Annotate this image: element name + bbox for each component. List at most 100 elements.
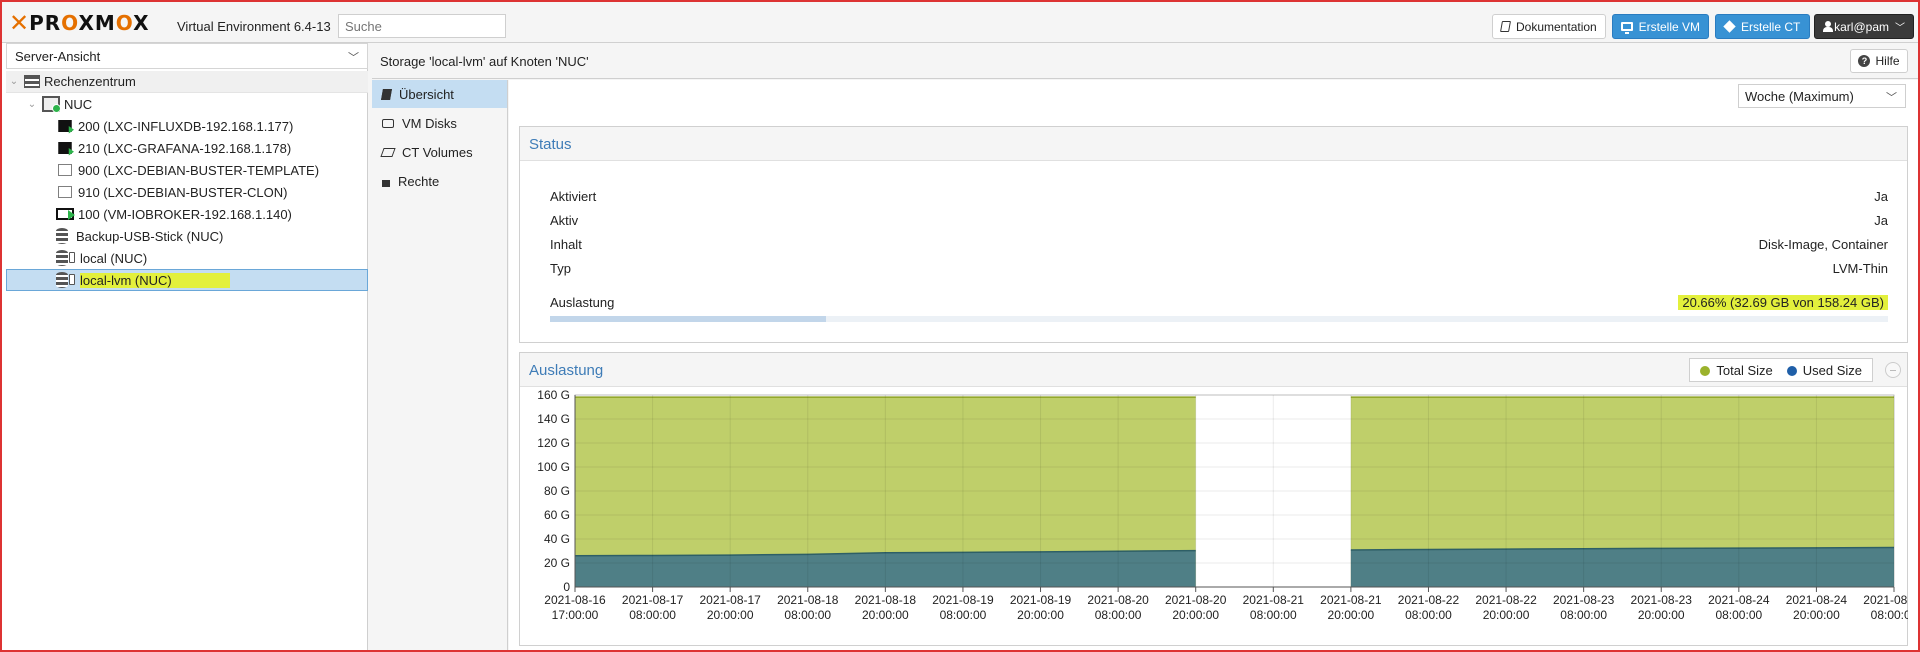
y-tick-label: 0 — [563, 580, 570, 594]
user-label: karl@pam — [1834, 19, 1889, 34]
x-tick-time: 08:00:00 — [784, 608, 831, 622]
timeframe-select[interactable]: Woche (Maximum) ﹀ — [1738, 84, 1906, 108]
tree-item-ct-200[interactable]: 200 (LXC-INFLUXDB-192.168.1.177) — [6, 115, 368, 137]
chevron-down-icon: ﹀ — [348, 52, 359, 64]
tree-item-label: local (NUC) — [80, 250, 148, 266]
user-menu-button[interactable]: karl@pam ﹀ — [1814, 14, 1914, 39]
x-tick-time: 20:00:00 — [1793, 608, 1840, 622]
collapse-icon[interactable] — [1885, 362, 1901, 378]
tab-label: CT Volumes — [402, 144, 473, 160]
collapse-toggle-icon[interactable]: ⌄ — [26, 99, 38, 110]
book-icon — [1500, 21, 1511, 32]
x-tick-time: 20:00:00 — [1328, 608, 1375, 622]
create-vm-button[interactable]: Erstelle VM — [1612, 14, 1709, 39]
search-input[interactable] — [338, 14, 506, 38]
tree-item-label: 910 (LXC-DEBIAN-BUSTER-CLON) — [78, 184, 288, 200]
usage-chart-panel: Auslastung Total Size Used Size 0 20 G 40 … — [519, 352, 1920, 646]
tree-item-vm-100[interactable]: 100 (VM-IOBROKER-192.168.1.140) — [6, 203, 368, 225]
x-tick-date: 2021-08-24 — [1708, 593, 1770, 607]
tree-item-label: 100 (VM-IOBROKER-192.168.1.140) — [78, 206, 292, 222]
tree-item-ct-210[interactable]: 210 (LXC-GRAFANA-192.168.1.178) — [6, 137, 368, 159]
y-tick-label: 80 G — [544, 484, 570, 498]
x-tick-date: 2021-08-17 — [622, 593, 684, 607]
tab-label: VM Disks — [402, 115, 457, 131]
x-tick-time: 08:00:00 — [1715, 608, 1762, 622]
x-tick-time: 08:00:00 — [1560, 608, 1607, 622]
x-tick-time: 20:00:00 — [862, 608, 909, 622]
legend-item-total-size[interactable]: Total Size — [1700, 362, 1773, 378]
x-tick-date: 2021-08-19 — [1010, 593, 1072, 607]
tree-item-label: NUC — [64, 96, 93, 112]
tree-item-storage-backup-usb[interactable]: Backup-USB-Stick (NUC) — [6, 225, 368, 247]
y-tick-label: 120 G — [537, 436, 570, 450]
tree-item-storage-local-lvm[interactable]: local-lvm (NUC) — [6, 269, 368, 291]
tab-ct-volumes[interactable]: CT Volumes — [372, 138, 507, 166]
status-row-content: Inhalt Disk-Image, Container — [550, 237, 1888, 252]
storage-icon — [56, 272, 75, 288]
tree-item-label: 200 (LXC-INFLUXDB-192.168.1.177) — [78, 118, 294, 134]
create-ct-button[interactable]: Erstelle CT — [1715, 14, 1810, 39]
legend-dot — [1786, 365, 1797, 376]
x-tick-time: 17:00:00 — [552, 608, 599, 622]
chevron-down-icon: ﹀ — [1895, 23, 1905, 34]
storage-icon — [56, 250, 75, 266]
x-tick-time: 20:00:00 — [707, 608, 754, 622]
datacenter-icon — [24, 75, 40, 88]
tree-item-label: Backup-USB-Stick (NUC) — [76, 228, 224, 244]
x-tick-date: 2021-08-18 — [777, 593, 839, 607]
legend-dot — [1700, 365, 1711, 376]
tree-item-ct-900[interactable]: 900 (LXC-DEBIAN-BUSTER-TEMPLATE) — [6, 159, 368, 181]
tab-permissions[interactable]: Rechte — [372, 167, 507, 195]
x-tick-date: 2021-08-16 — [544, 593, 606, 607]
tree-item-storage-local[interactable]: local (NUC) — [6, 247, 368, 269]
x-tick-time: 08:00:00 — [1250, 608, 1297, 622]
x-tick-time: 08:00:00 — [629, 608, 676, 622]
tree-item-datacenter[interactable]: ⌄ Rechenzentrum — [6, 71, 368, 93]
vm-running-icon — [56, 208, 75, 220]
resource-tree: ⌄ Rechenzentrum ⌄ NUC 200 (LXC-INFLUXDB-… — [6, 71, 368, 291]
page-title: Storage 'local-lvm' auf Knoten 'NUC' — [380, 54, 589, 69]
version-label: Virtual Environment 6.4-13 — [177, 19, 331, 34]
legend-label: Total Size — [1716, 362, 1773, 378]
x-tick-date: 2021-08-23 — [1553, 593, 1615, 607]
tree-item-node[interactable]: ⌄ NUC — [6, 93, 368, 115]
container-running-icon — [58, 142, 74, 156]
status-key: Typ — [550, 261, 571, 276]
x-tick-time: 20:00:00 — [1483, 608, 1530, 622]
x-tick-date: 2021-08-24 — [1786, 593, 1848, 607]
tab-vm-disks[interactable]: VM Disks — [372, 109, 507, 137]
x-tick-date: 2021-08-22 — [1398, 593, 1460, 607]
documentation-button[interactable]: Dokumentation — [1492, 14, 1606, 39]
tree-item-ct-910[interactable]: 910 (LXC-DEBIAN-BUSTER-CLON) — [6, 181, 368, 203]
status-value: Ja — [1874, 189, 1888, 204]
tab-label: Rechte — [398, 173, 440, 189]
y-tick-label: 140 G — [537, 412, 570, 426]
chart-legend: Total Size Used Size — [1689, 358, 1873, 382]
y-tick-label: 160 G — [537, 388, 570, 402]
x-tick-time: 20:00:00 — [1638, 608, 1685, 622]
panel-title: Status — [529, 136, 572, 153]
status-row-type: Typ LVM-Thin — [550, 261, 1888, 276]
view-selector[interactable]: Server-Ansicht ﹀ — [6, 43, 368, 69]
tab-overview[interactable]: Übersicht — [372, 80, 507, 108]
collapse-toggle-icon[interactable]: ⌄ — [8, 76, 20, 87]
tree-item-label: 210 (LXC-GRAFANA-192.168.1.178) — [78, 140, 292, 156]
x-tick-date: 2021-08-17 — [699, 593, 761, 607]
proxmox-logo[interactable]: ✕ PROXMOX — [9, 9, 150, 37]
logo-x-mark: ✕ — [9, 9, 30, 37]
question-icon: ? — [1858, 55, 1871, 67]
user-icon — [1823, 21, 1834, 32]
legend-item-used-size[interactable]: Used Size — [1786, 362, 1862, 378]
help-button[interactable]: ? Hilfe — [1850, 49, 1908, 73]
node-online-icon — [42, 96, 61, 113]
monitor-icon — [1621, 22, 1633, 34]
x-tick-time: 08:00:00 — [1871, 608, 1908, 622]
tree-item-label: 900 (LXC-DEBIAN-BUSTER-TEMPLATE) — [78, 162, 320, 178]
usage-value: 20.66% (32.69 GB von 158.24 GB) — [1678, 295, 1888, 310]
y-tick-label: 100 G — [537, 460, 570, 474]
legend-label: Used Size — [1802, 362, 1862, 378]
status-panel-header: Status — [520, 127, 1907, 161]
container-stopped-icon — [58, 186, 72, 198]
status-value: Ja — [1874, 213, 1888, 228]
documentation-label: Dokumentation — [1516, 19, 1597, 34]
